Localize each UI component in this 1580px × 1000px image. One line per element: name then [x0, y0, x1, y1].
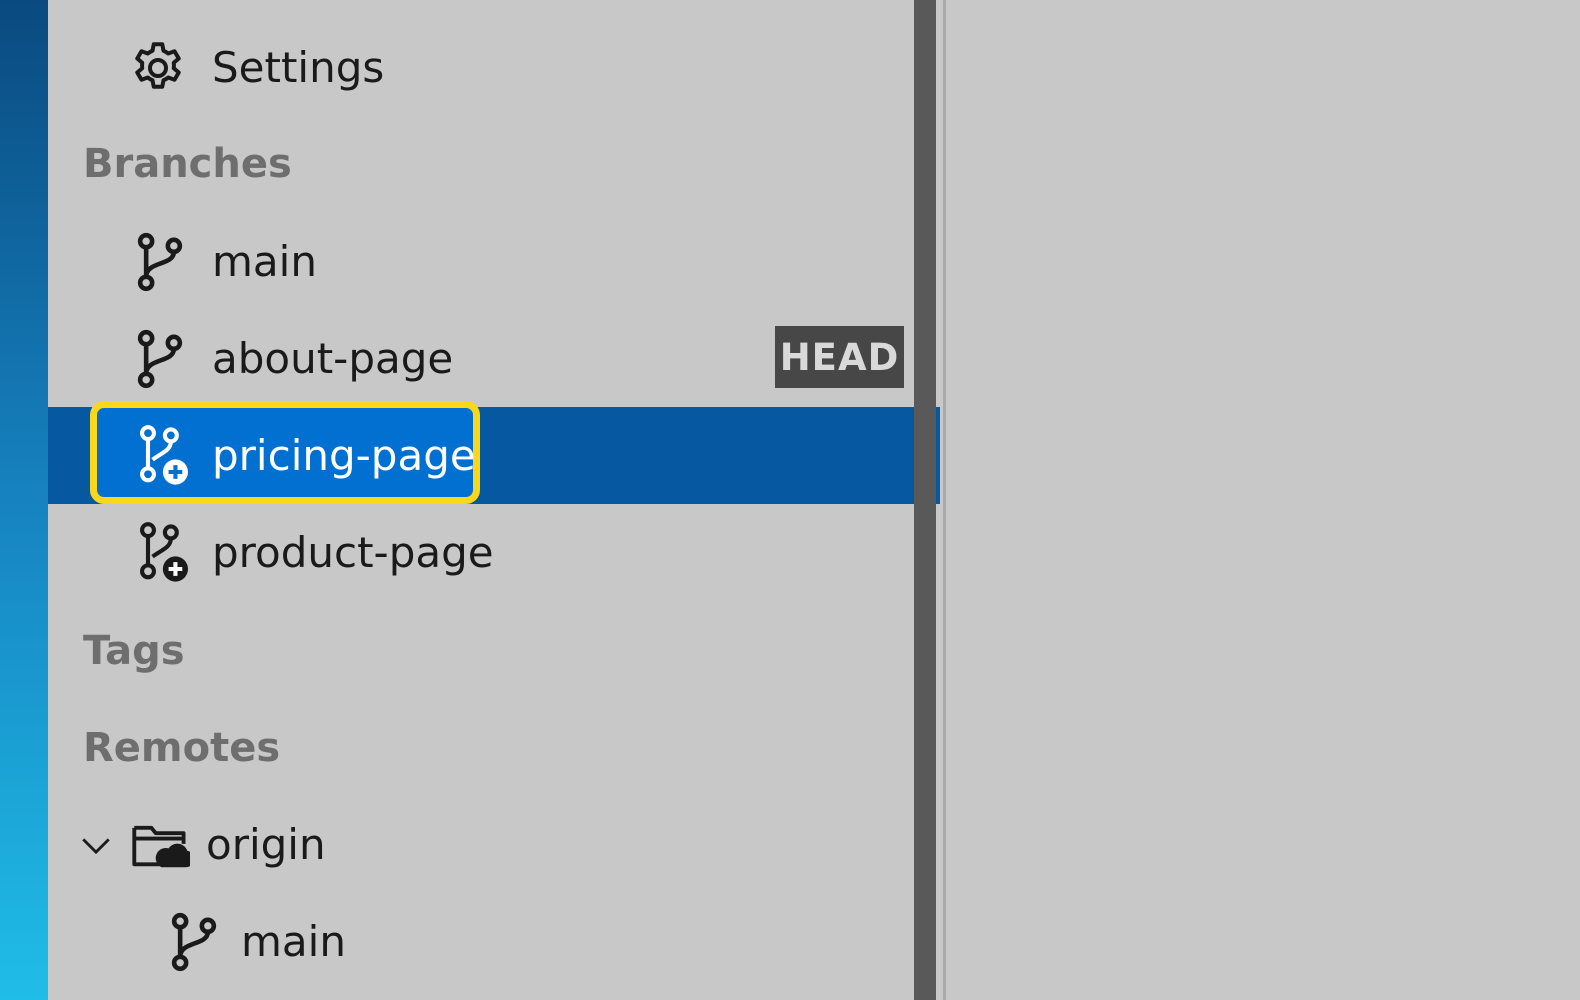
branch-label: main — [212, 237, 317, 286]
sidebar-item-settings[interactable]: Settings — [48, 19, 914, 116]
desktop-background — [0, 0, 48, 1000]
remote-label: origin — [206, 820, 326, 869]
cloud-folder-icon — [128, 813, 192, 877]
branch-label: pricing-page — [212, 431, 476, 480]
branch-item-pricing-page[interactable]: pricing-page — [48, 401, 940, 504]
git-branch-icon — [128, 327, 192, 391]
git-branch-icon — [162, 910, 226, 974]
main-content-pane — [946, 0, 1580, 1000]
remote-branch-item-main[interactable]: main — [48, 893, 914, 990]
section-header-remotes[interactable]: Remotes — [83, 725, 280, 771]
section-header-tags[interactable]: Tags — [83, 628, 185, 674]
section-header-branches[interactable]: Branches — [83, 141, 292, 187]
branch-label: main — [241, 917, 346, 966]
repository-sidebar: Settings Branches main about-page HEAD p… — [48, 0, 940, 1000]
git-branch-add-icon — [132, 521, 196, 585]
branch-label: about-page — [212, 334, 454, 383]
gear-icon — [126, 36, 190, 100]
git-branch-icon — [128, 230, 192, 294]
branch-item-main[interactable]: main — [48, 213, 914, 310]
git-branch-add-icon — [132, 424, 196, 488]
branch-item-product-page[interactable]: product-page — [48, 504, 914, 601]
sidebar-item-label: Settings — [212, 43, 385, 92]
chevron-down-icon[interactable] — [68, 813, 124, 877]
remote-item-origin[interactable]: origin — [48, 796, 914, 893]
branch-label: product-page — [212, 528, 494, 577]
sidebar-scrollbar[interactable] — [914, 0, 936, 1000]
head-badge: HEAD — [775, 326, 904, 388]
